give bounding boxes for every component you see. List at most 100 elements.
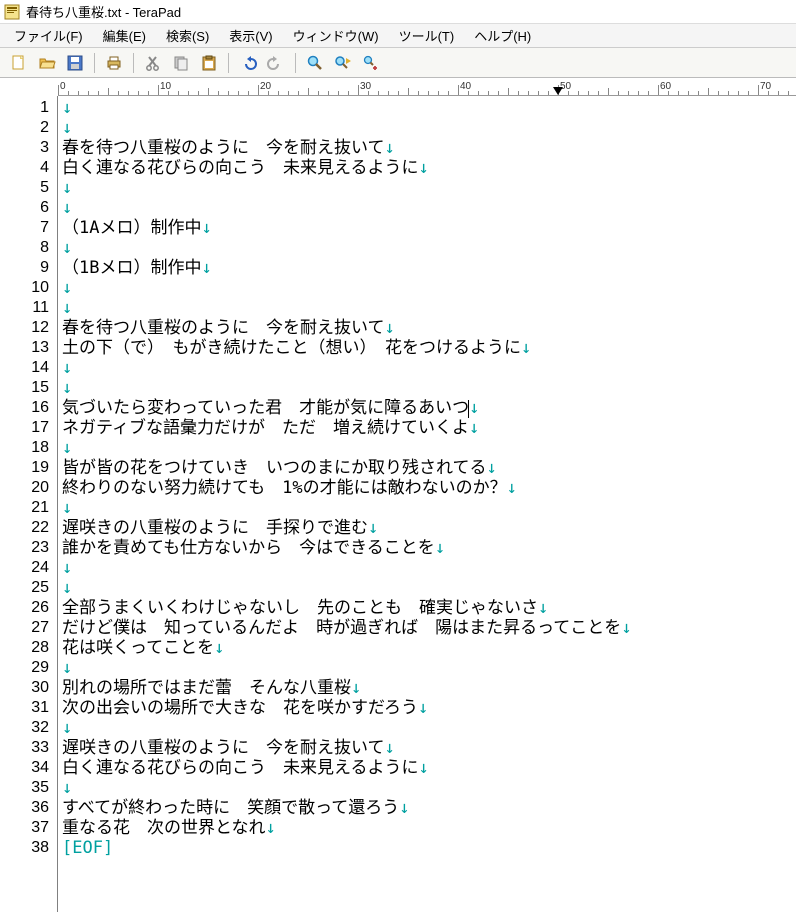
- newline-mark-icon: ↓: [62, 178, 72, 198]
- text-line[interactable]: 白く連なる花びらの向こう 未来見えるように↓: [62, 758, 796, 778]
- menu-edit[interactable]: 編集(E): [95, 24, 154, 47]
- text-line[interactable]: ↓: [62, 658, 796, 678]
- line-number: 20: [0, 478, 57, 498]
- text-line[interactable]: すべてが終わった時に 笑顔で散って還ろう↓: [62, 798, 796, 818]
- newline-mark-icon: ↓: [201, 218, 211, 238]
- text-line[interactable]: 皆が皆の花をつけていき いつのまにか取り残されてる↓: [62, 458, 796, 478]
- replace-icon: [362, 54, 380, 72]
- line-number: 14: [0, 358, 57, 378]
- text-line[interactable]: ↓: [62, 198, 796, 218]
- new-file-button[interactable]: [6, 50, 32, 76]
- text-line[interactable]: ↓: [62, 378, 796, 398]
- text-line[interactable]: だけど僕は 知っているんだよ 時が過ぎれば 陽はまた昇るってことを↓: [62, 618, 796, 638]
- text-line[interactable]: 終わりのない努力続けても 1%の才能には敵わないのか？↓: [62, 478, 796, 498]
- find-next-icon: [334, 54, 352, 72]
- redo-button[interactable]: [263, 50, 289, 76]
- line-number-gutter: 1234567891011121314151617181920212223242…: [0, 96, 58, 912]
- text-line[interactable]: 花は咲くってことを↓: [62, 638, 796, 658]
- text-line[interactable]: 次の出会いの場所で大きな 花を咲かすだろう↓: [62, 698, 796, 718]
- newline-mark-icon: ↓: [469, 398, 479, 418]
- text-line[interactable]: ↓: [62, 498, 796, 518]
- paste-button[interactable]: [196, 50, 222, 76]
- line-number: 6: [0, 198, 57, 218]
- menu-help[interactable]: ヘルプ(H): [466, 24, 539, 47]
- line-number: 37: [0, 818, 57, 838]
- menu-search[interactable]: 検索(S): [158, 24, 217, 47]
- line-number: 33: [0, 738, 57, 758]
- line-number: 11: [0, 298, 57, 318]
- ruler-label: 60: [660, 81, 671, 92]
- copy-button[interactable]: [168, 50, 194, 76]
- text-line[interactable]: ↓: [62, 98, 796, 118]
- cut-icon: [144, 54, 162, 72]
- text-line[interactable]: ↓: [62, 558, 796, 578]
- open-file-button[interactable]: [34, 50, 60, 76]
- find-icon: [306, 54, 324, 72]
- line-number: 24: [0, 558, 57, 578]
- newline-mark-icon: ↓: [385, 138, 395, 158]
- toolbar-separator: [133, 53, 134, 73]
- line-number: 28: [0, 638, 57, 658]
- text-line[interactable]: ↓: [62, 438, 796, 458]
- menu-file[interactable]: ファイル(F): [6, 24, 91, 47]
- find-next-button[interactable]: [330, 50, 356, 76]
- copy-icon: [172, 54, 190, 72]
- text-line[interactable]: （1Bメロ）制作中↓: [62, 258, 796, 278]
- text-line[interactable]: ↓: [62, 238, 796, 258]
- line-number: 9: [0, 258, 57, 278]
- ruler-marker[interactable]: [553, 87, 563, 95]
- save-icon: [66, 54, 84, 72]
- text-line[interactable]: ↓: [62, 278, 796, 298]
- line-number: 25: [0, 578, 57, 598]
- paste-icon: [200, 54, 218, 72]
- text-line[interactable]: ↓: [62, 118, 796, 138]
- newline-mark-icon: ↓: [62, 778, 72, 798]
- line-number: 16: [0, 398, 57, 418]
- text-line[interactable]: 気づいたら変わっていった君 才能が気に障るあいつ↓: [62, 398, 796, 418]
- ruler-label: 20: [260, 81, 271, 92]
- newline-mark-icon: ↓: [266, 818, 276, 838]
- line-number: 38: [0, 838, 57, 858]
- newline-mark-icon: ↓: [399, 798, 409, 818]
- newline-mark-icon: ↓: [385, 738, 395, 758]
- toolbar-separator: [94, 53, 95, 73]
- newline-mark-icon: ↓: [487, 458, 497, 478]
- save-button[interactable]: [62, 50, 88, 76]
- text-line[interactable]: ↓: [62, 358, 796, 378]
- menu-bar: ファイル(F) 編集(E) 検索(S) 表示(V) ウィンドウ(W) ツール(T…: [0, 24, 796, 48]
- newline-mark-icon: ↓: [368, 518, 378, 538]
- text-line[interactable]: （1Aメロ）制作中↓: [62, 218, 796, 238]
- newline-mark-icon: ↓: [62, 238, 72, 258]
- ruler-label: 10: [160, 81, 171, 92]
- text-area[interactable]: ↓↓春を待つ八重桜のように 今を耐え抜いて↓白く連なる花びらの向こう 未来見える…: [58, 96, 796, 912]
- menu-window[interactable]: ウィンドウ(W): [285, 24, 387, 47]
- text-line[interactable]: 別れの場所ではまだ蕾 そんな八重桜↓: [62, 678, 796, 698]
- text-line[interactable]: 白く連なる花びらの向こう 未来見えるように↓: [62, 158, 796, 178]
- print-button[interactable]: [101, 50, 127, 76]
- text-line[interactable]: ↓: [62, 178, 796, 198]
- cut-button[interactable]: [140, 50, 166, 76]
- text-line[interactable]: 全部うまくいくわけじゃないし 先のことも 確実じゃないさ↓: [62, 598, 796, 618]
- text-line[interactable]: 遅咲きの八重桜のように 手探りで進む↓: [62, 518, 796, 538]
- newline-mark-icon: ↓: [62, 658, 72, 678]
- replace-button[interactable]: [358, 50, 384, 76]
- text-line[interactable]: 土の下（で） もがき続けたこと（想い） 花をつけるように↓: [62, 338, 796, 358]
- text-line[interactable]: ネガティブな語彙力だけが ただ 増え続けていくよ↓: [62, 418, 796, 438]
- text-line[interactable]: 遅咲きの八重桜のように 今を耐え抜いて↓: [62, 738, 796, 758]
- text-line[interactable]: ↓: [62, 298, 796, 318]
- text-line[interactable]: ↓: [62, 718, 796, 738]
- line-number: 10: [0, 278, 57, 298]
- text-line[interactable]: 誰かを責めても仕方ないから 今はできることを↓: [62, 538, 796, 558]
- menu-tools[interactable]: ツール(T): [391, 24, 463, 47]
- newline-mark-icon: ↓: [419, 158, 429, 178]
- text-line[interactable]: 春を待つ八重桜のように 今を耐え抜いて↓: [62, 138, 796, 158]
- text-line[interactable]: 重なる花 次の世界となれ↓: [62, 818, 796, 838]
- menu-view[interactable]: 表示(V): [221, 24, 280, 47]
- text-line[interactable]: ↓: [62, 778, 796, 798]
- find-button[interactable]: [302, 50, 328, 76]
- text-line[interactable]: 春を待つ八重桜のように 今を耐え抜いて↓: [62, 318, 796, 338]
- text-line[interactable]: ↓: [62, 578, 796, 598]
- newline-mark-icon: ↓: [62, 358, 72, 378]
- line-number: 8: [0, 238, 57, 258]
- undo-button[interactable]: [235, 50, 261, 76]
